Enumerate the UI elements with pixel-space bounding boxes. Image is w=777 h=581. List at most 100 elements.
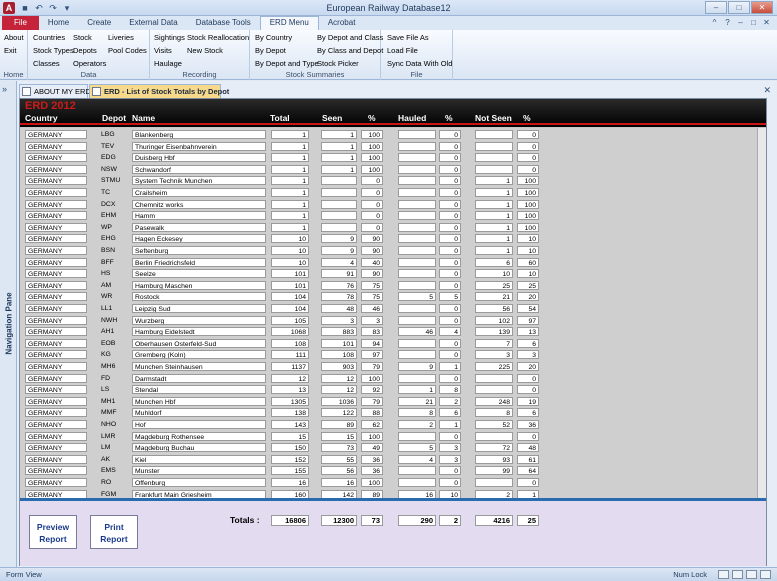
tab-database-tools[interactable]: Database Tools (187, 16, 260, 30)
cell-hauled[interactable] (398, 141, 436, 151)
cell-seen-pct[interactable]: 0 (361, 199, 383, 209)
cell-depot[interactable]: LL1 (100, 304, 128, 313)
cell-total[interactable]: 10 (271, 246, 309, 255)
tab-file[interactable]: File (2, 16, 39, 30)
minimize-button[interactable]: – (705, 1, 727, 14)
cell-seen-pct[interactable]: 40 (361, 257, 383, 267)
cell-seen[interactable] (321, 222, 357, 232)
cell-not-seen[interactable]: 7 (475, 338, 513, 348)
table-row[interactable]: GERMANY LMR Magdeburg Rothensee 15 15 100 0 0 (20, 431, 766, 443)
cell-not-seen-pct[interactable]: 100 (517, 176, 539, 186)
cell-seen-pct[interactable]: 75 (361, 280, 383, 290)
cell-country[interactable]: GERMANY (25, 164, 87, 174)
cell-not-seen[interactable] (475, 431, 513, 441)
cell-total[interactable]: 1 (271, 222, 309, 232)
cell-not-seen[interactable]: 1 (475, 176, 513, 186)
stock-reallocation-button[interactable]: Stock Reallocation (187, 33, 249, 42)
cell-country[interactable]: GERMANY (25, 257, 87, 267)
cell-seen-pct[interactable]: 49 (361, 443, 383, 453)
cell-not-seen[interactable]: 2 (475, 489, 513, 498)
cell-hauled[interactable] (398, 350, 436, 360)
cell-country[interactable]: GERMANY (25, 373, 87, 383)
cell-not-seen[interactable]: 6 (475, 257, 513, 267)
cell-hauled[interactable]: 5 (398, 292, 436, 302)
sightings-button[interactable]: Sightings (154, 33, 185, 42)
cell-total[interactable]: 1 (271, 188, 309, 197)
cell-name[interactable]: System Technik Munchen (132, 176, 266, 186)
cell-depot[interactable]: EOB (100, 339, 128, 348)
cell-total[interactable]: 1305 (271, 396, 309, 406)
cell-not-seen[interactable]: 10 (475, 269, 513, 279)
cell-not-seen[interactable]: 102 (475, 315, 513, 325)
cell-hauled-pct[interactable]: 0 (439, 130, 461, 139)
cell-name[interactable]: Magdeburg Buchau (132, 443, 266, 453)
by-class-and-depot-button[interactable]: By Class and Depot (317, 46, 383, 55)
cell-not-seen[interactable]: 93 (475, 454, 513, 464)
by-depot-button[interactable]: By Depot (255, 46, 286, 55)
cell-name[interactable]: Hamburg Eidelstedt (132, 327, 266, 337)
cell-total[interactable]: 150 (271, 443, 309, 453)
cell-hauled-pct[interactable]: 0 (439, 269, 461, 279)
cell-hauled[interactable] (398, 176, 436, 186)
cell-hauled[interactable]: 5 (398, 443, 436, 453)
cell-total[interactable]: 10 (271, 234, 309, 244)
cell-country[interactable]: GERMANY (25, 338, 87, 348)
table-row[interactable]: GERMANY FD Darmstadt 12 12 100 0 0 (20, 373, 766, 385)
cell-not-seen-pct[interactable]: 0 (517, 153, 539, 163)
cell-not-seen-pct[interactable]: 36 (517, 420, 539, 429)
cell-seen[interactable]: 3 (321, 315, 357, 325)
cell-total[interactable]: 1 (271, 176, 309, 186)
cell-not-seen-pct[interactable]: 0 (517, 478, 539, 487)
table-row[interactable]: GERMANY LL1 Leipzig Sud 104 48 46 0 56 54 (20, 303, 766, 315)
cell-not-seen-pct[interactable]: 0 (517, 164, 539, 174)
cell-seen[interactable]: 1 (321, 153, 357, 163)
expand-chevron-icon[interactable]: » (2, 84, 7, 94)
cell-not-seen-pct[interactable]: 64 (517, 466, 539, 476)
table-row[interactable]: GERMANY MH6 Munchen Steinhausen 1137 903 79 9 1… (20, 361, 766, 373)
cell-country[interactable]: GERMANY (25, 211, 87, 221)
cell-depot[interactable]: MMF (100, 408, 128, 417)
cell-total[interactable]: 101 (271, 269, 309, 279)
visits-button[interactable]: Visits (154, 46, 172, 55)
table-row[interactable]: GERMANY WP Pasewalk 1 0 0 1 100 (20, 222, 766, 234)
cell-seen[interactable]: 903 (321, 362, 357, 371)
cell-name[interactable]: Seftenburg (132, 246, 266, 255)
cell-not-seen-pct[interactable]: 100 (517, 211, 539, 221)
table-row[interactable]: GERMANY LS Stendal 13 12 92 1 8 0 (20, 384, 766, 396)
cell-name[interactable]: Darmstadt (132, 373, 266, 383)
close-tab-icon[interactable]: ✕ (763, 85, 771, 96)
cell-not-seen-pct[interactable]: 13 (517, 327, 539, 337)
cell-name[interactable]: Magdeburg Rothensee (132, 431, 266, 441)
cell-hauled[interactable] (398, 269, 436, 279)
cell-country[interactable]: GERMANY (25, 327, 87, 337)
cell-hauled-pct[interactable]: 0 (439, 350, 461, 360)
cell-seen-pct[interactable]: 0 (361, 222, 383, 232)
table-row[interactable]: GERMANY NHO Hof 143 89 62 2 1 52 36 (20, 419, 766, 431)
cell-hauled[interactable] (398, 280, 436, 290)
print-report-button[interactable]: Print Report (90, 515, 138, 549)
cell-hauled[interactable]: 2 (398, 420, 436, 429)
cell-name[interactable]: Pasewalk (132, 222, 266, 232)
by-depot-and-type-button[interactable]: By Depot and Type (255, 59, 319, 68)
cell-hauled-pct[interactable]: 0 (439, 176, 461, 186)
cell-not-seen[interactable]: 225 (475, 362, 513, 371)
cell-seen[interactable]: 15 (321, 431, 357, 441)
cell-not-seen[interactable] (475, 130, 513, 139)
cell-hauled[interactable] (398, 373, 436, 383)
cell-total[interactable]: 13 (271, 385, 309, 395)
cell-seen-pct[interactable]: 100 (361, 141, 383, 151)
cell-total[interactable]: 101 (271, 280, 309, 290)
cell-not-seen[interactable]: 1 (475, 234, 513, 244)
cell-name[interactable]: Blankenberg (132, 130, 266, 139)
layout-view-icon[interactable] (746, 570, 757, 579)
cell-seen-pct[interactable]: 36 (361, 466, 383, 476)
cell-not-seen[interactable]: 8 (475, 408, 513, 418)
cell-hauled-pct[interactable]: 4 (439, 327, 461, 337)
cell-country[interactable]: GERMANY (25, 385, 87, 395)
cell-depot[interactable]: LMR (100, 432, 128, 441)
cell-total[interactable]: 10 (271, 257, 309, 267)
cell-seen[interactable] (321, 199, 357, 209)
doc-tab-about[interactable]: ABOUT MY ERD (19, 84, 91, 98)
cell-name[interactable]: Offenburg (132, 478, 266, 487)
table-row[interactable]: GERMANY KG Gremberg (Koln) 111 108 97 0 3 3 (20, 349, 766, 361)
